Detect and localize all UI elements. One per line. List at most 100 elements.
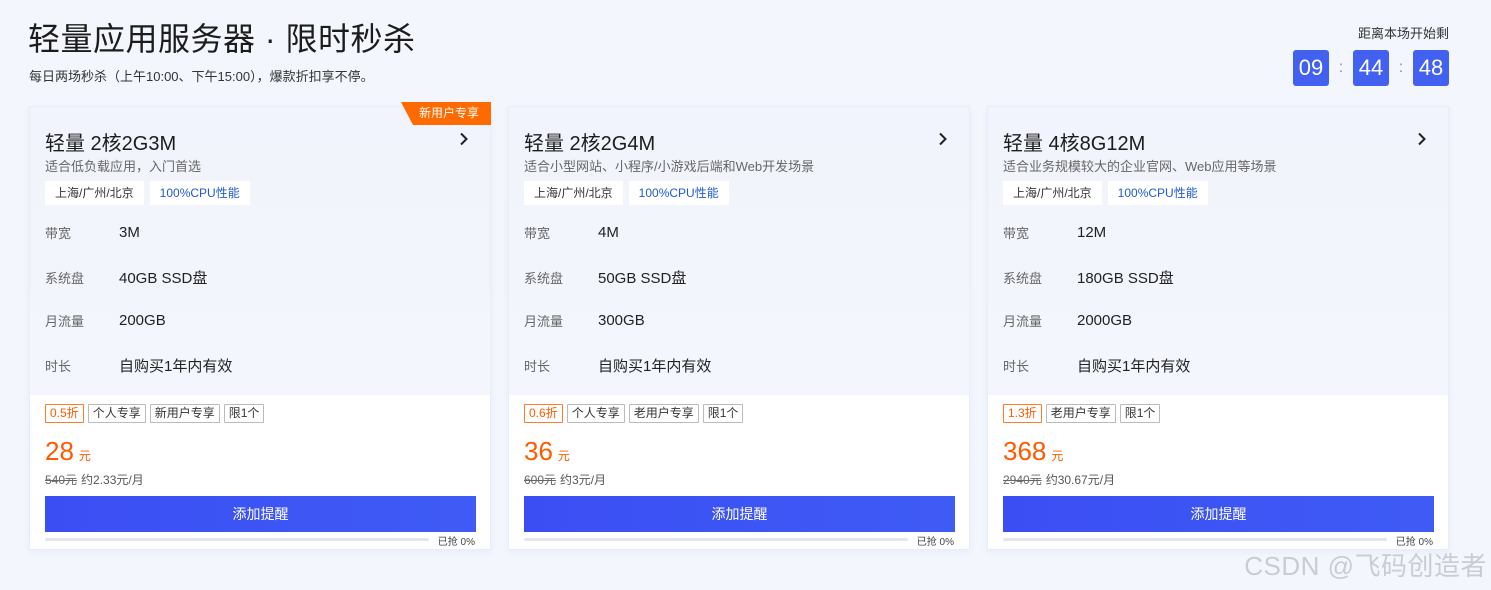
countdown-minutes: 44 [1353, 50, 1389, 86]
countdown-separator: : [1398, 59, 1404, 76]
add-reminder-button[interactable]: 添加提醒 [1003, 496, 1434, 532]
add-reminder-button[interactable]: 添加提醒 [45, 496, 476, 532]
original-price: 2940元 [1003, 473, 1042, 487]
product-name[interactable]: 轻量 4核8G12M [1003, 127, 1145, 156]
spec-label: 系统盘 [45, 271, 85, 286]
spec-system-disk: 系统盘 40GB SSD盘 [45, 267, 207, 288]
discount-tag: 0.6折 [524, 404, 563, 423]
spec-value: 180GB SSD盘 [1077, 270, 1174, 287]
spec-bandwidth: 带宽 3M [45, 223, 140, 242]
spec-bandwidth: 带宽 12M [1003, 223, 1106, 242]
countdown-label: 距离本场开始剩 [1357, 26, 1449, 41]
product-name[interactable]: 轻量 2核2G4M [524, 127, 655, 156]
price-tag: 新用户专享 [149, 404, 220, 423]
price-tag: 老用户专享 [1045, 404, 1116, 423]
monthly-price: 约3元/月 [560, 473, 607, 487]
price-tag: 限1个 [702, 404, 744, 423]
spec-value: 3M [119, 224, 140, 241]
spec-label: 时长 [45, 359, 72, 374]
price-unit: 元 [557, 449, 570, 463]
chevron-right-icon[interactable] [454, 127, 474, 151]
spec-label: 时长 [524, 359, 551, 374]
price-tags: 1.3折 老用户专享 限1个 [1003, 404, 1161, 423]
spec-duration: 时长 自购买1年内有效 [1003, 355, 1190, 376]
region-tag: 上海/广州/北京 [524, 181, 623, 205]
countdown-seconds: 48 [1413, 50, 1449, 86]
spec-value: 自购买1年内有效 [598, 358, 712, 375]
product-tags: 上海/广州/北京 100%CPU性能 [524, 181, 729, 205]
spec-value: 200GB [119, 312, 166, 329]
original-price-line: 600元 约3元/月 [524, 471, 606, 488]
price-tag: 限1个 [1119, 404, 1161, 423]
product-name[interactable]: 轻量 2核2G3M [45, 127, 176, 156]
spec-duration: 时长 自购买1年内有效 [45, 355, 232, 376]
price-unit: 元 [1051, 449, 1064, 463]
price-unit: 元 [78, 449, 91, 463]
cpu-performance-tag: 100%CPU性能 [628, 181, 729, 205]
product-card-list: 新用户专享 轻量 2核2G3M 适合低负载应用，入门首选 上海/广州/北京 10… [29, 102, 1449, 550]
spec-monthly-traffic: 月流量 2000GB [1003, 311, 1132, 330]
add-reminder-button[interactable]: 添加提醒 [524, 496, 955, 532]
sold-progress-bar [524, 538, 908, 541]
product-tags: 上海/广州/北京 100%CPU性能 [1003, 181, 1208, 205]
sold-percent: 已抢 0% [916, 537, 954, 548]
spec-bandwidth: 带宽 4M [524, 223, 619, 242]
monthly-price: 约2.33元/月 [81, 473, 144, 487]
price-tag: 老用户专享 [628, 404, 699, 423]
watermark: CSDN @飞码创造者 [1244, 551, 1487, 581]
sale-price: 28 元 [45, 436, 91, 467]
countdown-hours: 09 [1293, 50, 1329, 86]
countdown-separator: : [1338, 59, 1344, 76]
spec-label: 月流量 [45, 314, 85, 329]
price-amount: 36 [524, 436, 553, 466]
sold-percent: 已抢 0% [437, 537, 475, 548]
product-card: 轻量 4核8G12M 适合业务规模较大的企业官网、Web应用等场景 上海/广州/… [987, 106, 1449, 550]
spec-value: 4M [598, 224, 619, 241]
countdown-timer: 09 : 44 : 48 [1293, 50, 1449, 86]
spec-value: 自购买1年内有效 [1077, 358, 1191, 375]
price-amount: 28 [45, 436, 74, 466]
product-tags: 上海/广州/北京 100%CPU性能 [45, 181, 250, 205]
new-user-badge: 新用户专享 [400, 102, 491, 125]
product-card: 新用户专享 轻量 2核2G3M 适合低负载应用，入门首选 上海/广州/北京 10… [29, 102, 491, 550]
product-description: 适合低负载应用，入门首选 [45, 159, 202, 174]
page-title: 轻量应用服务器 · 限时秒杀 [28, 21, 416, 57]
product-description: 适合业务规模较大的企业官网、Web应用等场景 [1003, 159, 1277, 174]
discount-tag: 1.3折 [1003, 404, 1042, 423]
spec-label: 月流量 [1003, 314, 1043, 329]
price-tag: 个人专享 [87, 404, 146, 423]
price-tag: 限1个 [223, 404, 265, 423]
product-card: 轻量 2核2G4M 适合小型网站、小程序/小游戏后端和Web开发场景 上海/广州… [508, 106, 970, 550]
spec-value: 300GB [598, 312, 645, 329]
monthly-price: 约30.67元/月 [1045, 473, 1116, 487]
chevron-right-icon[interactable] [933, 127, 953, 151]
original-price-line: 540元 约2.33元/月 [45, 471, 144, 488]
spec-label: 带宽 [45, 226, 72, 241]
sold-progress-bar [45, 538, 429, 541]
spec-value: 50GB SSD盘 [598, 270, 687, 287]
page: 轻量应用服务器 · 限时秒杀 每日两场秒杀（上午10:00、下午15:00），爆… [0, 0, 1491, 590]
region-tag: 上海/广州/北京 [45, 181, 144, 205]
spec-system-disk: 系统盘 180GB SSD盘 [1003, 267, 1174, 288]
spec-label: 系统盘 [524, 271, 564, 286]
original-price: 600元 [524, 473, 557, 487]
price-tag: 个人专享 [566, 404, 625, 423]
cpu-performance-tag: 100%CPU性能 [149, 181, 250, 205]
spec-value: 40GB SSD盘 [119, 270, 208, 287]
spec-duration: 时长 自购买1年内有效 [524, 355, 711, 376]
product-description: 适合小型网站、小程序/小游戏后端和Web开发场景 [524, 159, 815, 174]
spec-label: 带宽 [1003, 226, 1030, 241]
original-price-line: 2940元 约30.67元/月 [1003, 471, 1115, 488]
spec-monthly-traffic: 月流量 200GB [45, 311, 166, 330]
price-tags: 0.5折 个人专享 新用户专享 限1个 [45, 404, 265, 423]
chevron-right-icon[interactable] [1412, 127, 1432, 151]
spec-monthly-traffic: 月流量 300GB [524, 311, 645, 330]
discount-tag: 0.5折 [45, 404, 84, 423]
spec-label: 系统盘 [1003, 271, 1043, 286]
spec-value: 2000GB [1077, 312, 1133, 329]
spec-label: 带宽 [524, 226, 551, 241]
sale-price: 36 元 [524, 436, 570, 467]
spec-value: 12M [1077, 224, 1107, 241]
spec-label: 月流量 [524, 314, 564, 329]
price-tags: 0.6折 个人专享 老用户专享 限1个 [524, 404, 744, 423]
